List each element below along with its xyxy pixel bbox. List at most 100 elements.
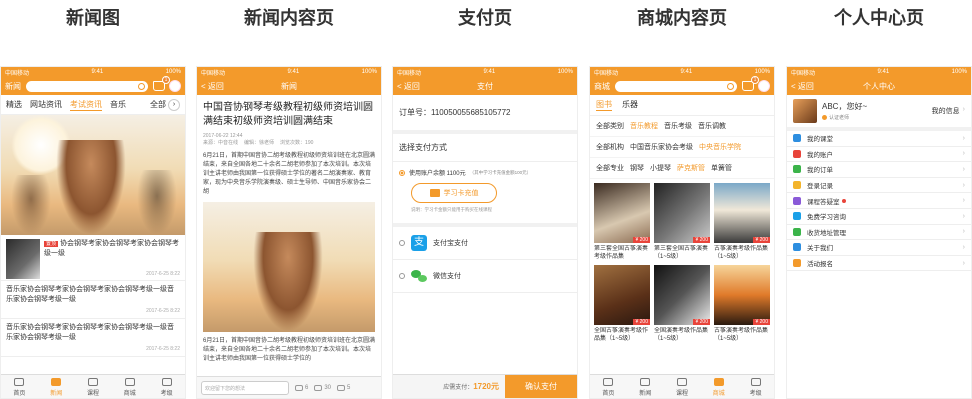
home-icon	[603, 378, 614, 386]
tabbar-news[interactable]: 新闻	[627, 375, 664, 398]
avatar[interactable]	[793, 99, 817, 123]
radio-wechat[interactable]	[399, 273, 405, 279]
product-card[interactable]: ¥ 200 古筝演奏考级作品集（1~5级）	[714, 265, 770, 343]
cert-badge: 认证老师	[822, 114, 867, 121]
search-input[interactable]	[26, 80, 148, 92]
tabbar-exam[interactable]: 考级	[148, 375, 185, 398]
tab-exam-news[interactable]: 考试资讯	[70, 99, 102, 111]
tabbar-shop[interactable]: 商城	[700, 375, 737, 398]
avatar[interactable]	[169, 80, 181, 92]
tabbar-news[interactable]: 新闻	[38, 375, 75, 398]
share-count[interactable]: 30	[314, 384, 331, 391]
nav-title: 新闻	[281, 81, 297, 91]
filter-chip[interactable]: 中国音乐家协会考级	[630, 142, 693, 152]
news-date: 2017-6-25 8:22	[146, 308, 180, 314]
exam-icon	[750, 378, 761, 386]
product-image: ¥ 200	[714, 183, 770, 243]
alipay-option[interactable]: 支 支付宝支付	[393, 227, 577, 260]
like-count[interactable]: 5	[337, 384, 350, 391]
tabbar-home[interactable]: 首页	[590, 375, 627, 398]
tabbar-label: 考级	[160, 391, 173, 397]
battery: 100%	[165, 69, 181, 75]
wechat-option[interactable]: 微信支付	[393, 260, 577, 293]
filter-chip[interactable]: 单簧管	[711, 163, 732, 173]
login-record-icon	[793, 181, 801, 190]
menu-item[interactable]: 我的课堂 ›	[787, 131, 971, 147]
menu-item[interactable]: 活动报名 ›	[787, 256, 971, 272]
tabbar-label: 首页	[602, 391, 615, 397]
product-card[interactable]: ¥ 200 第三套全国古筝演奏（1~5级）	[654, 183, 710, 261]
my-info-link[interactable]: 我的信息 ›	[932, 106, 965, 116]
thumbs-up-icon	[337, 384, 346, 391]
product-card[interactable]: ¥ 200 全国古筝演奏考级作品集（1~5级）	[594, 265, 650, 343]
tab-all[interactable]: 全部 ›	[150, 98, 180, 111]
comment-bar: 欢迎留下您的想法 6 30 5	[197, 376, 381, 398]
tab-books[interactable]: 图书	[596, 99, 612, 111]
recharge-button[interactable]: 学习卡充值	[411, 183, 497, 203]
filter-row-category: 全部类别 音乐教程 音乐考级 音乐调教	[590, 116, 774, 137]
menu-label: 活动报名	[807, 261, 833, 269]
menu-item[interactable]: 我的订单 ›	[787, 162, 971, 178]
tabbar-course[interactable]: 课程	[664, 375, 701, 398]
tab-instruments[interactable]: 乐器	[622, 99, 638, 111]
filter-chip[interactable]: 全部专业	[596, 163, 624, 173]
tab-site-news[interactable]: 网站资讯	[30, 99, 62, 110]
back-button[interactable]: < 返回	[791, 81, 814, 92]
tabbar-label: 新闻	[639, 391, 652, 397]
course-icon	[676, 378, 687, 386]
comment-count[interactable]: 6	[295, 384, 308, 391]
total-value: 1720元	[473, 382, 499, 391]
back-button[interactable]: < 返回	[397, 81, 420, 92]
cart-icon[interactable]: 1	[153, 76, 170, 91]
filter-chip[interactable]: 音乐调教	[698, 121, 726, 131]
product-card[interactable]: ¥ 200 古筝演奏考级作品集（1~5级）	[714, 183, 770, 261]
filter-chip[interactable]: 中央音乐学院	[699, 142, 741, 152]
filter-chip[interactable]: 音乐考级	[664, 121, 692, 131]
tabbar-shop[interactable]: 商城	[111, 375, 148, 398]
cert-label: 认证老师	[829, 115, 850, 121]
tabbar-course[interactable]: 课程	[75, 375, 112, 398]
notification-dot	[841, 198, 846, 203]
list-item[interactable]: 音乐家协会钢琴考家协会钢琴考家协会钢琴考级一级音乐家协会钢琴考级一级 2017-…	[1, 319, 185, 357]
list-item[interactable]: 音乐家协会钢琴考家协会钢琴考家协会钢琴考级一级音乐家协会钢琴考级一级 2017-…	[1, 281, 185, 319]
shop-tabs: 图书 乐器	[590, 95, 774, 116]
filter-chip[interactable]: 音乐教程	[630, 121, 658, 131]
status-bar: 中国移动 9:41 100%	[1, 67, 185, 77]
tab-featured[interactable]: 精选	[6, 99, 22, 110]
filter-chip[interactable]: 全部类别	[596, 121, 624, 131]
tabbar-home[interactable]: 首页	[1, 375, 38, 398]
filter-chip[interactable]: 钢琴	[630, 163, 644, 173]
menu-item[interactable]: 免费学习咨询 ›	[787, 209, 971, 225]
filter-chip[interactable]: 全部机构	[596, 142, 624, 152]
list-item[interactable]: 置顶 协会钢琴考家协会钢琴考家协会钢琴考级一级 2017-6-25 8:22	[1, 235, 185, 281]
product-card[interactable]: ¥ 200 第三套全国古筝演奏考级作品集	[594, 183, 650, 261]
menu-item[interactable]: 课程答疑室 ›	[787, 193, 971, 209]
product-card[interactable]: ¥ 200 全国演奏考级作品集（1~5级）	[654, 265, 710, 343]
menu-item[interactable]: 关于我们 ›	[787, 240, 971, 256]
hero-image[interactable]	[1, 115, 185, 235]
menu-item[interactable]: 登录记录 ›	[787, 178, 971, 194]
back-button[interactable]: < 返回	[201, 81, 224, 92]
exam-icon	[161, 378, 172, 386]
confirm-pay-button[interactable]: 确认支付	[505, 375, 577, 398]
profile-card[interactable]: ABC，您好~ 认证老师 我的信息 ›	[787, 95, 971, 131]
carrier: 中国移动	[791, 70, 816, 77]
total: 应需支付：1720元	[393, 381, 505, 392]
radio-balance[interactable]	[399, 169, 405, 176]
comment-input[interactable]: 欢迎留下您的想法	[201, 380, 289, 395]
filter-chip[interactable]: 萨克斯管	[677, 163, 705, 173]
menu-item[interactable]: 我的账户 ›	[787, 147, 971, 163]
greeting: ABC，您好~	[822, 102, 868, 111]
balance-option[interactable]: 使用账户余额 1100元 （其中学习卡充值金额100元）	[393, 162, 577, 183]
chevron-right-icon: ›	[962, 228, 965, 236]
radio-alipay[interactable]	[399, 240, 405, 246]
menu-item[interactable]: 收货地址管理 ›	[787, 225, 971, 241]
search-input[interactable]	[615, 80, 737, 92]
tab-music[interactable]: 音乐	[110, 99, 126, 110]
tabbar-exam[interactable]: 考级	[737, 375, 774, 398]
avatar[interactable]	[758, 80, 770, 92]
cart-icon[interactable]: 1	[742, 76, 759, 91]
filter-chip[interactable]: 小提琴	[650, 163, 671, 173]
tabbar-label: 商城	[712, 391, 725, 397]
product-name: 全国古筝演奏考级作品集（1~5级）	[594, 328, 649, 342]
